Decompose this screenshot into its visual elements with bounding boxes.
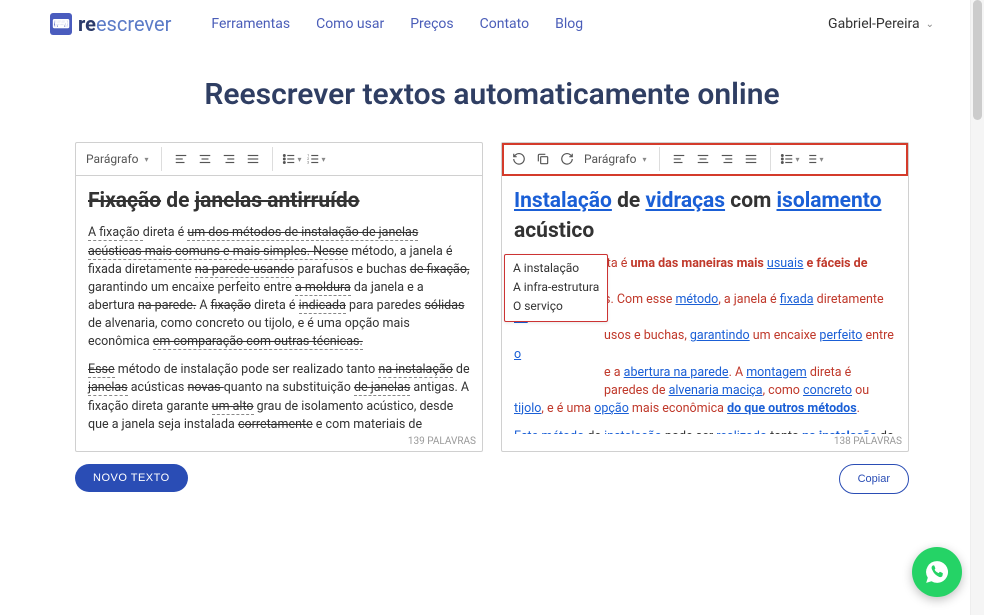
page-scrollbar[interactable] [970,0,984,615]
toolbar-separator [272,147,273,171]
whatsapp-icon [924,559,950,585]
numbered-list-icon[interactable]: ▾ [803,148,825,170]
suggestion-item[interactable]: O serviço [513,297,599,316]
nav-como-usar[interactable]: Como usar [316,16,384,32]
left-heading: Fixação de janelas antirruído [88,186,470,216]
align-center-icon[interactable] [194,148,216,170]
suggestion-item[interactable]: A instalação [513,259,599,278]
svg-text:3: 3 [307,161,309,165]
copy-icon[interactable] [532,148,554,170]
nav-links: Ferramentas Como usar Preços Contato Blo… [211,16,583,32]
chevron-down-icon: ▾ [820,155,824,164]
bullet-list-icon[interactable]: ▾ [281,148,303,170]
copiar-button[interactable]: Copiar [839,464,909,494]
chevron-down-icon: ▾ [145,155,149,164]
page-title: Reescrever textos automaticamente online [0,77,984,112]
align-justify-icon[interactable] [740,148,762,170]
right-para-2: Este método de instalação pode ser reali… [514,428,896,434]
logo[interactable]: ⌨ reescrever [50,12,171,36]
style-select-label: Parágrafo [86,152,139,166]
right-word-count: 138 PALAVRAS [502,434,908,451]
right-editor-content[interactable]: Instalação de vidraças com isolamento ac… [502,176,908,434]
left-word-count: 139 PALAVRAS [76,434,482,451]
left-para-1: A fixação direta é um dos métodos de ins… [88,224,470,351]
style-select[interactable]: Parágrafo ▾ [580,150,651,168]
logo-text-1: re [78,12,96,36]
scrollbar-thumb[interactable] [973,0,982,120]
rewritten-editor-column: Parágrafo ▾ ▾ ▾ Instalação de vidraças co… [501,142,909,494]
nav-precos[interactable]: Preços [410,16,453,32]
user-name: Gabriel-Pereira [828,16,920,32]
align-left-icon[interactable] [668,148,690,170]
nav-contato[interactable]: Contato [480,16,529,32]
logo-icon: ⌨ [50,13,72,35]
right-toolbar: Parágrafo ▾ ▾ ▾ [502,143,908,176]
user-menu[interactable]: Gabriel-Pereira ⌄ [828,16,934,32]
align-center-icon[interactable] [692,148,714,170]
chevron-down-icon: ⌄ [926,19,934,30]
left-toolbar: Parágrafo▾ ▾ 123▾ [76,143,482,176]
suggestion-item[interactable]: A infra-estrutura [513,278,599,297]
align-justify-icon[interactable] [242,148,264,170]
chevron-down-icon: ▾ [298,155,302,164]
bullet-list-icon[interactable]: ▾ [779,148,801,170]
style-select[interactable]: Parágrafo ▾ [82,150,153,168]
suggestion-popup[interactable]: A instalação A infra-estrutura O serviço [504,254,608,322]
original-editor-column: Parágrafo▾ ▾ 123▾ Fixação de janelas ant… [75,142,483,494]
whatsapp-button[interactable] [912,547,962,597]
align-right-icon[interactable] [716,148,738,170]
undo-icon[interactable] [508,148,530,170]
chevron-down-icon: ▾ [796,155,800,164]
toolbar-separator [770,147,771,171]
align-left-icon[interactable] [170,148,192,170]
chevron-down-icon: ▾ [643,155,647,164]
novo-texto-button[interactable]: NOVO TEXTO [75,464,188,492]
chevron-down-icon: ▾ [322,155,326,164]
align-right-icon[interactable] [218,148,240,170]
refresh-icon[interactable] [556,148,578,170]
style-select-label: Parágrafo [584,152,637,166]
logo-text-2: escrever [96,12,171,36]
left-para-2: Esse método de instalação pode ser reali… [88,361,470,434]
nav-ferramentas[interactable]: Ferramentas [211,16,290,32]
numbered-list-icon[interactable]: 123▾ [305,148,327,170]
right-heading: Instalação de vidraças com isolamento ac… [514,186,896,247]
toolbar-separator [659,147,660,171]
top-navigation: ⌨ reescrever Ferramentas Como usar Preço… [0,0,984,49]
toolbar-separator [161,147,162,171]
nav-blog[interactable]: Blog [555,16,583,32]
left-editor-content[interactable]: Fixação de janelas antirruído A fixação … [76,176,482,434]
